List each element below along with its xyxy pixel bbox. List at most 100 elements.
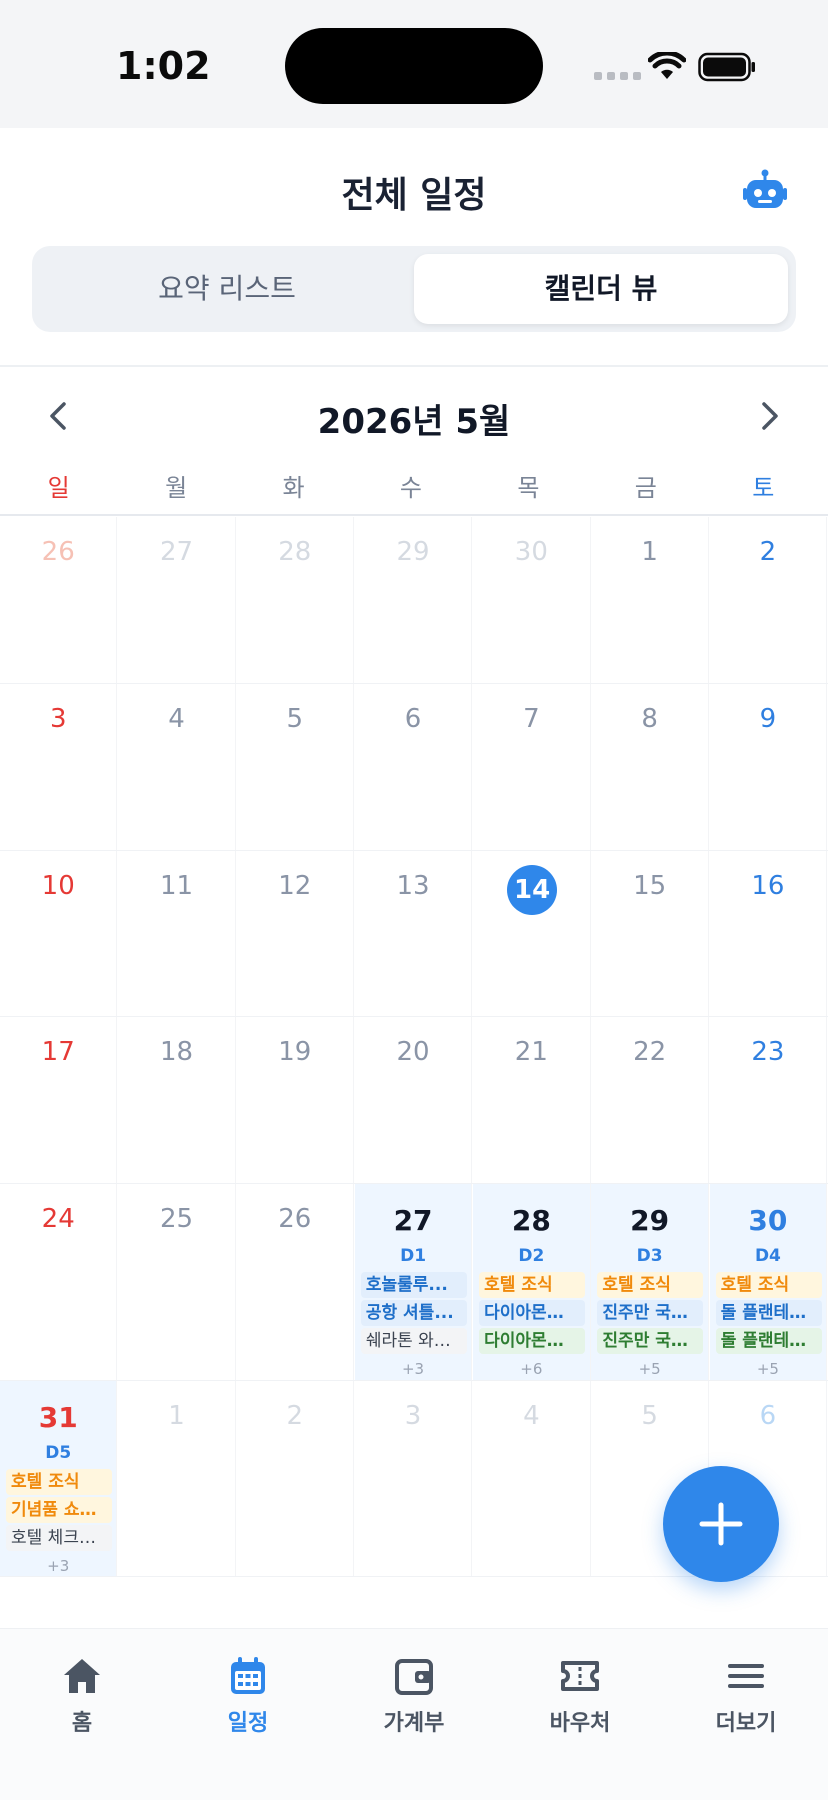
calendar-day-cell[interactable]: 19 — [237, 1017, 354, 1183]
day-number: 29 — [630, 1204, 670, 1237]
calendar-day-cell[interactable]: 4 — [473, 1381, 591, 1576]
day-number: 22 — [633, 1037, 667, 1067]
day-number: 10 — [41, 871, 75, 901]
tab-label: 바우처 — [549, 1711, 611, 1736]
calendar-day-cell[interactable]: 27 D1 호놀룰루... 공항 셔틀... 쉐라톤 와… +3 — [354, 1184, 473, 1380]
calendar-day-cell[interactable]: 7 — [473, 684, 591, 850]
day-number: 12 — [278, 871, 312, 901]
day-number: 28 — [278, 537, 312, 567]
calendar-day-cell[interactable]: 25 — [118, 1184, 236, 1380]
chevron-right-icon[interactable] — [752, 396, 788, 436]
calendar-week: 3 4 5 6 7 8 9 — [0, 684, 828, 851]
calendar-day-cell[interactable]: 3 — [0, 684, 118, 850]
menu-icon — [728, 1664, 764, 1688]
event-chip[interactable]: 다이아몬… — [479, 1328, 586, 1354]
calendar-day-cell[interactable]: 16 — [710, 851, 828, 1016]
calendar-day-cell[interactable]: 30 — [473, 517, 591, 683]
calendar-day-cell[interactable]: 2 — [710, 517, 828, 683]
event-chip[interactable]: 호텔 체크… — [6, 1525, 112, 1551]
calendar-day-cell[interactable]: 26 — [237, 1184, 354, 1380]
calendar-day-cell[interactable]: 17 — [0, 1017, 118, 1183]
calendar-day-cell[interactable]: 3 — [355, 1381, 473, 1576]
calendar-day-cell[interactable]: 27 — [118, 517, 236, 683]
month-nav: 2026년 5월 — [0, 380, 828, 450]
event-chip[interactable]: 기념품 쇼… — [6, 1497, 112, 1523]
summary-list-tab[interactable]: 요약 리스트 — [40, 254, 414, 324]
day-number: 2 — [286, 1401, 304, 1431]
day-number: 11 — [159, 871, 194, 901]
more-events-count: +3 — [401, 1360, 425, 1378]
calendar-day-cell[interactable]: 10 — [0, 851, 118, 1016]
day-number: 26 — [278, 1204, 312, 1234]
calendar-day-cell[interactable]: 28 — [237, 517, 354, 683]
day-number: 4 — [523, 1401, 540, 1431]
add-event-button[interactable] — [663, 1466, 779, 1582]
calendar-day-cell[interactable]: 23 — [710, 1017, 828, 1183]
day-number: 28 — [511, 1204, 551, 1237]
view-toggle: 요약 리스트 캘린더 뷰 — [32, 246, 796, 332]
day-number: 25 — [159, 1204, 194, 1234]
cellular-signal-icon — [594, 72, 641, 80]
calendar-day-cell[interactable]: 1 — [591, 517, 709, 683]
tab-voucher[interactable]: 바우처 — [520, 1655, 640, 1737]
calendar-day-cell[interactable]: 29 — [355, 517, 473, 683]
calendar-day-cell[interactable]: 20 — [355, 1017, 473, 1183]
calendar-day-cell[interactable]: 21 — [473, 1017, 591, 1183]
event-chip[interactable]: 호텔 조식 — [715, 1272, 822, 1298]
calendar-day-cell[interactable]: 31 D5 호텔 조식 기념품 쇼… 호텔 체크… +3 — [0, 1381, 118, 1576]
day-number: 3 — [49, 704, 67, 734]
day-number: 7 — [523, 704, 540, 734]
day-number: 1 — [168, 1401, 185, 1431]
tab-ledger[interactable]: 가계부 — [354, 1655, 474, 1737]
calendar-day-cell[interactable]: 5 — [237, 684, 354, 850]
event-chip[interactable]: 진주만 국… — [597, 1328, 704, 1354]
event-chip[interactable]: 공항 셔틀... — [360, 1300, 467, 1326]
calendar-day-cell[interactable]: 24 — [0, 1184, 118, 1380]
calendar-day-cell[interactable]: 4 — [118, 684, 236, 850]
robot-icon[interactable] — [742, 168, 788, 214]
calendar-day-cell[interactable]: 6 — [355, 684, 473, 850]
calendar-day-cell[interactable]: 1 — [118, 1381, 236, 1576]
calendar-day-cell[interactable]: 8 — [591, 684, 709, 850]
day-number: 24 — [41, 1204, 75, 1234]
calendar-day-cell[interactable]: 18 — [118, 1017, 236, 1183]
calendar-day-cell[interactable]: 26 — [0, 517, 118, 683]
event-chip[interactable]: 다이아몬… — [479, 1300, 586, 1326]
tab-label: 일정 — [227, 1711, 269, 1736]
event-chip[interactable]: 호텔 조식 — [597, 1272, 704, 1298]
calendar-day-cell[interactable]: 2 — [237, 1381, 354, 1576]
calendar-day-cell[interactable]: 15 — [591, 851, 709, 1016]
day-number: 31 — [38, 1401, 78, 1434]
calendar-day-cell[interactable]: 9 — [710, 684, 828, 850]
calendar-view-tab[interactable]: 캘린더 뷰 — [414, 254, 788, 324]
calendar-day-cell[interactable]: 14 — [473, 851, 591, 1016]
tab-schedule[interactable]: 일정 — [188, 1655, 308, 1737]
event-chip[interactable]: 돌 플랜테… — [715, 1300, 822, 1326]
calendar-day-cell[interactable]: 28 D2 호텔 조식 다이아몬… 다이아몬… +6 — [473, 1184, 591, 1380]
calendar-day-cell[interactable]: 12 — [237, 851, 354, 1016]
calendar-day-cell[interactable]: 22 — [591, 1017, 709, 1183]
trip-day-label: D1 — [400, 1246, 427, 1266]
calendar-icon — [231, 1657, 265, 1694]
calendar-day-cell[interactable]: 11 — [118, 851, 236, 1016]
weekday-label: 수 — [399, 474, 423, 502]
event-chip[interactable]: 돌 플랜테… — [715, 1328, 822, 1354]
event-chip[interactable]: 호텔 조식 — [479, 1272, 586, 1298]
day-number: 1 — [641, 537, 658, 567]
event-chip[interactable]: 호놀룰루... — [360, 1272, 467, 1298]
status-time: 1:02 — [116, 44, 211, 88]
trip-day-label: D2 — [518, 1246, 545, 1266]
event-chip[interactable]: 진주만 국… — [597, 1300, 704, 1326]
calendar-day-cell[interactable]: 29 D3 호텔 조식 진주만 국… 진주만 국… +5 — [591, 1184, 709, 1380]
tab-label: 가계부 — [383, 1711, 445, 1736]
calendar-day-cell[interactable]: 13 — [355, 851, 473, 1016]
event-chip[interactable]: 쉐라톤 와… — [360, 1328, 467, 1354]
wallet-icon — [395, 1659, 433, 1695]
day-number: 3 — [404, 1401, 422, 1431]
calendar-day-cell[interactable]: 30 D4 호텔 조식 돌 플랜테… 돌 플랜테… +5 — [709, 1184, 828, 1380]
event-chip[interactable]: 호텔 조식 — [6, 1469, 112, 1495]
weekday-label: 금 — [634, 474, 657, 502]
tab-home[interactable]: 홈 — [22, 1655, 142, 1737]
dynamic-island — [285, 28, 543, 104]
tab-more[interactable]: 더보기 — [686, 1655, 806, 1737]
